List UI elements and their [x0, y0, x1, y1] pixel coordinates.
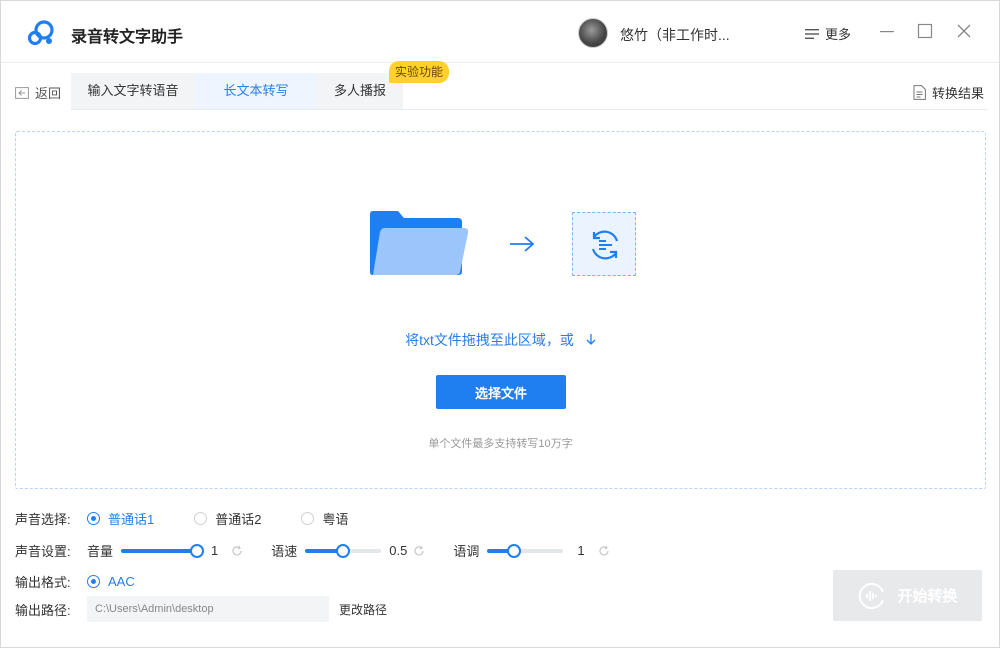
sound-label: 声音设置:	[15, 544, 71, 559]
speed-group: 语速 0.5	[271, 541, 425, 560]
voice-label: 声音选择:	[15, 512, 71, 527]
convert-cycle-icon	[591, 230, 619, 260]
voice-option-mandarin1[interactable]: 普通话1	[87, 509, 154, 528]
app-title: 录音转文字助手	[71, 29, 184, 46]
speed-label: 语速	[271, 544, 298, 559]
more-menu-button[interactable]: 更多	[805, 24, 851, 43]
output-path-row: 输出路径: 更改路径	[15, 596, 387, 622]
file-drop-zone[interactable]: 将txt文件拖拽至此区域，或 选择文件 单个文件最多支持转写10万字	[15, 131, 986, 489]
conversion-result-button[interactable]: 转换结果	[913, 83, 984, 102]
volume-value: 1	[211, 543, 219, 558]
result-label: 转换结果	[932, 86, 985, 101]
pitch-group: 语调 1	[453, 541, 609, 560]
speed-thumb[interactable]	[336, 543, 351, 558]
close-button[interactable]	[954, 21, 974, 41]
format-option-aac[interactable]: AAC	[87, 574, 135, 589]
tab-underline	[71, 109, 987, 110]
radio-selected-icon	[87, 512, 100, 525]
tab-text-to-speech[interactable]: 输入文字转语音	[71, 73, 195, 109]
volume-thumb[interactable]	[190, 543, 205, 558]
maximize-button[interactable]	[915, 21, 935, 41]
document-icon	[913, 85, 926, 100]
volume-fill	[121, 548, 198, 553]
audio-wave-icon	[859, 582, 885, 609]
close-icon	[957, 24, 971, 38]
output-path-input[interactable]	[87, 596, 329, 622]
minimize-button[interactable]	[877, 21, 897, 41]
app-logo-icon	[27, 20, 54, 46]
username[interactable]: 悠竹（非工作时...	[620, 25, 730, 45]
back-label: 返回	[35, 86, 62, 101]
voice-selection-row: 声音选择: 普通话1 普通话2 粤语	[15, 509, 388, 528]
pitch-label: 语调	[453, 544, 480, 559]
tab-long-text[interactable]: 长文本转写	[195, 73, 317, 109]
pitch-value: 1	[577, 543, 585, 558]
start-label: 开始转换	[897, 588, 958, 605]
menu-lines-icon	[805, 28, 819, 39]
pitch-slider[interactable]	[487, 543, 564, 558]
maximize-icon	[917, 23, 933, 39]
folder-icon	[370, 211, 469, 275]
back-button[interactable]: 返回	[15, 83, 61, 102]
change-path-link[interactable]: 更改路径	[339, 601, 387, 618]
arrow-down-icon	[586, 334, 596, 345]
speed-slider[interactable]	[305, 543, 382, 558]
minimize-icon	[880, 31, 894, 33]
avatar[interactable]	[578, 18, 608, 48]
start-conversion-button[interactable]: 开始转换	[833, 570, 982, 621]
volume-label: 音量	[87, 544, 114, 559]
volume-slider[interactable]	[121, 543, 205, 558]
experimental-badge: 实验功能	[389, 61, 450, 83]
voice-option-mandarin2[interactable]: 普通话2	[194, 509, 261, 528]
voice-option-label: 普通话1	[108, 512, 155, 527]
arrow-right-icon	[510, 236, 535, 252]
radio-unselected-icon	[301, 512, 315, 525]
volume-reset-icon[interactable]	[231, 545, 243, 557]
speed-value: 0.5	[389, 543, 408, 558]
conversion-target-box	[572, 212, 636, 276]
radio-unselected-icon	[194, 512, 208, 525]
drop-hint-text: 将txt文件拖拽至此区域，或	[405, 332, 574, 348]
radio-selected-icon	[87, 575, 100, 588]
format-label: 输出格式:	[15, 575, 71, 590]
sound-settings-row: 声音设置: 音量 1 语速 0.5 语调 1	[15, 541, 610, 560]
back-arrow-icon	[15, 86, 29, 99]
voice-option-cantonese[interactable]: 粤语	[301, 509, 348, 528]
speed-reset-icon[interactable]	[413, 545, 425, 557]
app-window: 录音转文字助手 悠竹（非工作时... 更多 返回 输入文字转语音 长文本转写 多…	[0, 0, 1000, 648]
tab-bar: 返回 输入文字转语音 长文本转写 多人播报 实验功能 转换结果	[1, 61, 999, 110]
drop-hint: 将txt文件拖拽至此区域，或	[16, 330, 985, 350]
voice-option-label: 普通话2	[215, 512, 262, 527]
voice-option-label: 粤语	[322, 512, 349, 527]
volume-group: 音量 1	[87, 541, 243, 560]
file-limit-note: 单个文件最多支持转写10万字	[428, 438, 573, 450]
format-option-label: AAC	[108, 574, 135, 589]
output-format-row: 输出格式: AAC	[15, 572, 175, 591]
pitch-thumb[interactable]	[506, 543, 521, 558]
pitch-reset-icon[interactable]	[598, 545, 610, 557]
choose-file-button[interactable]: 选择文件	[436, 375, 566, 409]
more-label: 更多	[825, 27, 852, 42]
title-bar: 录音转文字助手 悠竹（非工作时... 更多	[1, 1, 999, 63]
path-label: 输出路径:	[15, 602, 71, 618]
